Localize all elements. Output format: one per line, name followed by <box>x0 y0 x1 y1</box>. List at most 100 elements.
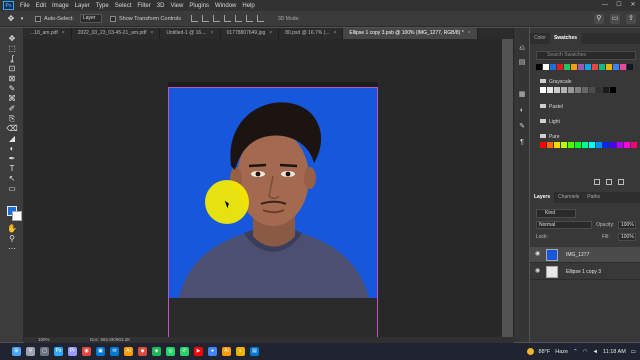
swatch[interactable] <box>547 142 553 148</box>
swatch[interactable] <box>561 142 567 148</box>
recent-swatch[interactable] <box>564 64 570 70</box>
swatch[interactable] <box>589 87 595 93</box>
tool-icon[interactable]: ✋ <box>4 224 20 234</box>
tool-icon[interactable]: ✐ <box>4 104 20 114</box>
swatch-folder[interactable]: Pure <box>536 133 636 141</box>
weather-temp[interactable]: 88°F <box>539 349 551 355</box>
swatch[interactable] <box>540 87 546 93</box>
tool-icon[interactable]: ⊠ <box>4 74 20 84</box>
tab-color[interactable]: Color <box>530 33 550 44</box>
taskbar-app-icon[interactable]: ◉ <box>82 347 91 356</box>
menu-3d[interactable]: 3D <box>157 3 165 9</box>
wifi-icon[interactable]: ◠ <box>583 349 588 355</box>
document-tab[interactable]: 2022_03_23_03-45-21_am.pdf × <box>72 28 161 39</box>
recent-swatch[interactable] <box>627 64 633 70</box>
swatch-search-input[interactable]: Search Swatches <box>536 51 636 60</box>
taskbar-app-icon[interactable]: ● <box>208 347 217 356</box>
swatch[interactable] <box>589 142 595 148</box>
document-tab[interactable]: Ellipse 1 copy 3.psb @ 100% (IMG_1277, R… <box>343 28 478 39</box>
swatch[interactable] <box>575 87 581 93</box>
document-tab[interactable]: 01778807649.jpg × <box>221 28 280 39</box>
share-icon[interactable]: ⇪ <box>626 14 636 24</box>
maximize-button[interactable]: ☐ <box>612 0 626 11</box>
swatch-folder[interactable]: Pastel <box>536 103 636 111</box>
taskbar-app-icon[interactable]: ✉ <box>110 347 119 356</box>
swatch[interactable] <box>610 142 616 148</box>
artboard[interactable] <box>168 82 378 342</box>
recent-swatch[interactable] <box>557 64 563 70</box>
menu-image[interactable]: Image <box>52 3 69 9</box>
document-tab[interactable]: ...18_am.pdf × <box>24 28 72 39</box>
align-middle-icon[interactable] <box>235 15 243 22</box>
tool-icon[interactable]: ⬚ <box>4 44 20 54</box>
recent-swatch[interactable] <box>578 64 584 70</box>
taskbar-app-icon[interactable]: Pr <box>68 347 77 356</box>
close-button[interactable]: ✕ <box>626 0 640 11</box>
swatch-folder[interactable]: Grayscale <box>536 78 636 86</box>
tool-icon[interactable]: ʆ <box>4 54 20 64</box>
tool-icon[interactable]: ▭ <box>4 184 20 194</box>
align-left-icon[interactable] <box>191 15 199 22</box>
taskbar-app-icon[interactable]: ◈ <box>152 347 161 356</box>
taskbar-app-icon[interactable]: ▤ <box>250 347 259 356</box>
align-right-icon[interactable] <box>213 15 221 22</box>
tool-icon[interactable]: ◐ <box>4 144 20 154</box>
close-tab-icon[interactable]: × <box>333 30 336 36</box>
tool-icon[interactable]: ◢ <box>4 134 20 144</box>
background-color-swatch[interactable] <box>12 211 22 221</box>
tool-icon[interactable]: T <box>4 164 20 174</box>
properties-icon[interactable]: ▤ <box>517 58 527 67</box>
menu-file[interactable]: File <box>20 3 30 9</box>
swatch[interactable] <box>582 142 588 148</box>
taskbar-app-icon[interactable]: ▢ <box>40 347 49 356</box>
taskbar-app-icon[interactable]: Ai <box>222 347 231 356</box>
eye-icon[interactable]: ◉ <box>535 268 542 275</box>
layer-row-ellipse[interactable]: ◉ Ellipse 1 copy 3 <box>530 264 640 280</box>
taskbar-app-icon[interactable]: ◆ <box>138 347 147 356</box>
swatch[interactable] <box>603 87 609 93</box>
menu-view[interactable]: View <box>170 3 183 9</box>
taskbar-app-icon[interactable]: ✆ <box>180 347 189 356</box>
swatch[interactable] <box>582 87 588 93</box>
menu-filter[interactable]: Filter <box>137 3 150 9</box>
recent-swatch[interactable] <box>606 64 612 70</box>
swatch[interactable] <box>603 142 609 148</box>
blend-mode-select[interactable]: Normal <box>536 221 592 229</box>
align-center-icon[interactable] <box>202 15 210 22</box>
new-group-icon[interactable] <box>594 179 600 185</box>
recent-swatch[interactable] <box>571 64 577 70</box>
tool-icon[interactable]: ✒ <box>4 154 20 164</box>
swatch[interactable] <box>631 142 637 148</box>
menu-help[interactable]: Help <box>242 3 254 9</box>
swatch[interactable] <box>554 142 560 148</box>
recent-swatch[interactable] <box>585 64 591 70</box>
taskbar-app-icon[interactable]: ⊞ <box>12 347 21 356</box>
search-icon[interactable]: ⚲ <box>594 14 604 24</box>
swatch[interactable] <box>596 142 602 148</box>
tool-icon[interactable]: ⋯ <box>4 244 20 254</box>
tool-icon[interactable]: ✎ <box>4 84 20 94</box>
document-tab[interactable]: 80.psd @ 16.7% (... × <box>279 28 344 39</box>
auto-select-dropdown[interactable]: Layer <box>79 14 102 23</box>
swatch[interactable] <box>568 142 574 148</box>
paragraph-icon[interactable]: ¶ <box>517 138 527 147</box>
minimize-button[interactable]: — <box>598 0 612 11</box>
chevron-down-icon[interactable]: ▾ <box>17 14 27 24</box>
swatch[interactable] <box>575 142 581 148</box>
swatch[interactable] <box>624 142 630 148</box>
taskbar-app-icon[interactable]: ▣ <box>96 347 105 356</box>
tab-channels[interactable]: Channels <box>554 192 583 203</box>
taskbar-app-icon[interactable]: ◐ <box>236 347 245 356</box>
recent-swatch[interactable] <box>536 64 542 70</box>
menu-select[interactable]: Select <box>115 3 132 9</box>
swatch-folder[interactable]: Light <box>536 118 636 126</box>
tab-layers[interactable]: Layers <box>530 192 555 203</box>
recent-swatch[interactable] <box>599 64 605 70</box>
tab-paths[interactable]: Paths <box>583 192 604 203</box>
tool-icon[interactable]: ⎘ <box>4 114 20 124</box>
fill-input[interactable]: 100% <box>618 233 636 241</box>
recent-swatch[interactable] <box>613 64 619 70</box>
menu-window[interactable]: Window <box>215 3 236 9</box>
menu-type[interactable]: Type <box>96 3 109 9</box>
close-tab-icon[interactable]: × <box>62 30 65 36</box>
